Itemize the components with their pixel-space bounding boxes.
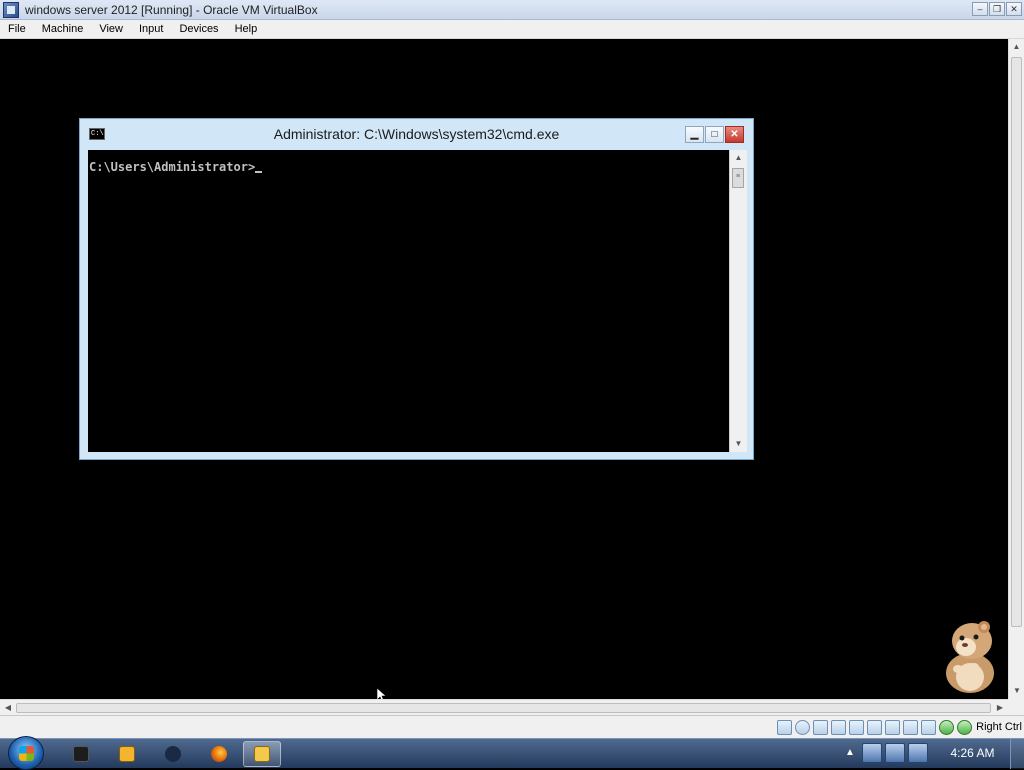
cmd-console[interactable]: C:\Users\Administrator> [88, 150, 728, 452]
vbox-window-title: windows server 2012 [Running] - Oracle V… [25, 2, 318, 17]
start-button-icon[interactable] [8, 736, 44, 770]
optical-drive-icon[interactable] [795, 720, 810, 735]
cmd-maximize-button[interactable]: □ [705, 126, 724, 143]
vbox-restore-button[interactable]: ❐ [989, 2, 1005, 16]
menu-view[interactable]: View [91, 23, 131, 35]
vbox-scroll-left-arrow-icon[interactable]: ◀ [0, 700, 16, 716]
tray-monitor-icon[interactable] [885, 743, 905, 763]
blue-ball-icon [165, 746, 181, 762]
taskbar-app-virtualbox[interactable] [62, 741, 100, 767]
hamster-mascot-image [946, 621, 994, 693]
mouse-pointer-icon [377, 688, 387, 699]
show-desktop-button[interactable] [1010, 739, 1024, 769]
vbox-vertical-scroll-thumb[interactable] [1011, 57, 1022, 627]
cmd-prompt: C:\Users\Administrator> [89, 160, 256, 174]
virtualbox-app-icon [3, 1, 19, 18]
menu-help[interactable]: Help [227, 23, 266, 35]
menu-devices[interactable]: Devices [171, 23, 226, 35]
hard-disk-icon[interactable] [777, 720, 792, 735]
taskbar-app-blue-ball[interactable] [154, 741, 192, 767]
guest-display[interactable]: C:\ Administrator: C:\Windows\system32\c… [0, 39, 1008, 699]
cmd-body: C:\Users\Administrator> ▲ ≡ ▼ [88, 150, 747, 452]
cmd-scroll-thumb[interactable]: ≡ [732, 168, 744, 188]
vbox-menubar: File Machine View Input Devices Help [0, 20, 1024, 39]
virtualbox-icon [73, 746, 89, 762]
menu-input[interactable]: Input [131, 23, 171, 35]
keyboard-capture-icon[interactable] [957, 720, 972, 735]
mouse-integration-icon[interactable] [939, 720, 954, 735]
locked-folder-icon [254, 746, 270, 762]
vbox-vertical-scrollbar[interactable]: ▲ ▼ [1008, 39, 1024, 699]
vbox-close-button[interactable]: ✕ [1006, 2, 1022, 16]
menu-file[interactable]: File [0, 23, 34, 35]
cmd-scroll-up-arrow-icon[interactable]: ▲ [730, 150, 747, 166]
tray-network-icon[interactable] [862, 743, 882, 763]
scroll-corner [1008, 699, 1024, 715]
vbox-window-controls: – ❐ ✕ [972, 2, 1022, 16]
cmd-close-button[interactable]: ✕ [725, 126, 744, 143]
cmd-vertical-scrollbar[interactable]: ▲ ≡ ▼ [729, 150, 747, 452]
host-taskbar: ▲ 4:26 AM [0, 736, 1024, 770]
system-tray [862, 743, 928, 763]
cmd-minimize-button[interactable]: ▁ [685, 126, 704, 143]
text-cursor [255, 171, 263, 173]
vbox-titlebar[interactable]: windows server 2012 [Running] - Oracle V… [0, 0, 1024, 20]
cmd-window[interactable]: C:\ Administrator: C:\Windows\system32\c… [79, 118, 754, 460]
menu-machine[interactable]: Machine [34, 23, 92, 35]
host-key-label: Right Ctrl [976, 721, 1022, 733]
audio-icon[interactable] [813, 720, 828, 735]
vbox-scroll-down-arrow-icon[interactable]: ▼ [1009, 683, 1024, 699]
vbox-minimize-button[interactable]: – [972, 2, 988, 16]
video-capture-icon[interactable] [903, 720, 918, 735]
vbox-scroll-right-arrow-icon[interactable]: ▶ [992, 700, 1008, 716]
firefox-icon [211, 746, 227, 762]
display-icon[interactable] [885, 720, 900, 735]
vbox-horizontal-scrollbar[interactable]: ◀ ▶ [0, 699, 1008, 715]
shared-folders-icon[interactable] [867, 720, 882, 735]
vbox-scroll-up-arrow-icon[interactable]: ▲ [1009, 39, 1024, 55]
usb-icon[interactable] [849, 720, 864, 735]
cmd-titlebar[interactable]: C:\ Administrator: C:\Windows\system32\c… [80, 119, 753, 149]
cmd-window-controls: ▁ □ ✕ [685, 126, 744, 143]
show-hidden-icons-arrow-icon[interactable]: ▲ [845, 747, 855, 758]
vbox-device-indicators [777, 720, 972, 735]
tray-computer-icon[interactable] [908, 743, 928, 763]
media-player-icon [119, 746, 135, 762]
vbox-horizontal-scroll-thumb[interactable] [16, 703, 991, 713]
taskbar-app-explorer-active[interactable] [243, 741, 281, 767]
network-icon[interactable] [831, 720, 846, 735]
cmd-scroll-down-arrow-icon[interactable]: ▼ [730, 436, 747, 452]
vbox-status-bar: Right Ctrl [0, 715, 1024, 738]
virtualization-icon[interactable] [921, 720, 936, 735]
taskbar-clock[interactable]: 4:26 AM [945, 746, 1000, 760]
taskbar-app-media[interactable] [108, 741, 146, 767]
taskbar-app-firefox[interactable] [200, 741, 238, 767]
cmd-app-icon: C:\ [89, 128, 105, 140]
cmd-window-title: Administrator: C:\Windows\system32\cmd.e… [273, 126, 560, 142]
